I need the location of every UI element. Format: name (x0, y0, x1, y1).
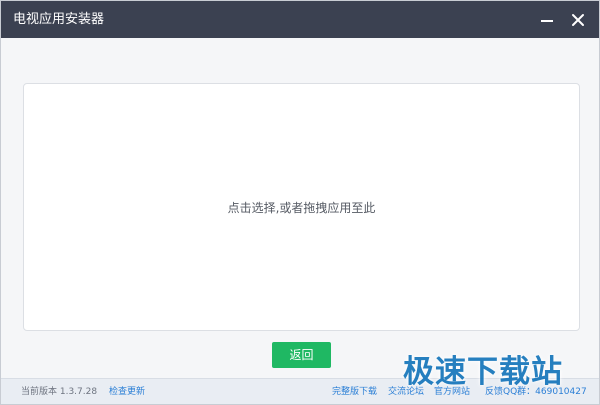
minimize-button[interactable] (531, 1, 563, 38)
minimize-icon (541, 19, 553, 22)
close-button[interactable] (562, 1, 594, 38)
window-title: 电视应用安装器 (13, 12, 105, 27)
full-download-link[interactable]: 完整版下载 (332, 379, 377, 404)
app-window: 电视应用安装器 点击选择,或者拖拽应用至此 返回 当前版本 1.3.7.28 检… (0, 0, 600, 405)
close-icon (572, 13, 584, 26)
drop-hint-text: 点击选择,或者拖拽应用至此 (227, 201, 376, 215)
watermark-logo: 极速下载站 (403, 354, 563, 390)
back-button[interactable]: 返回 (272, 342, 331, 368)
app-drop-zone[interactable]: 点击选择,或者拖拽应用至此 (23, 83, 580, 331)
check-update-link[interactable]: 检查更新 (109, 379, 145, 404)
title-bar[interactable]: 电视应用安装器 (1, 1, 599, 38)
version-label: 当前版本 1.3.7.28 (21, 387, 98, 397)
